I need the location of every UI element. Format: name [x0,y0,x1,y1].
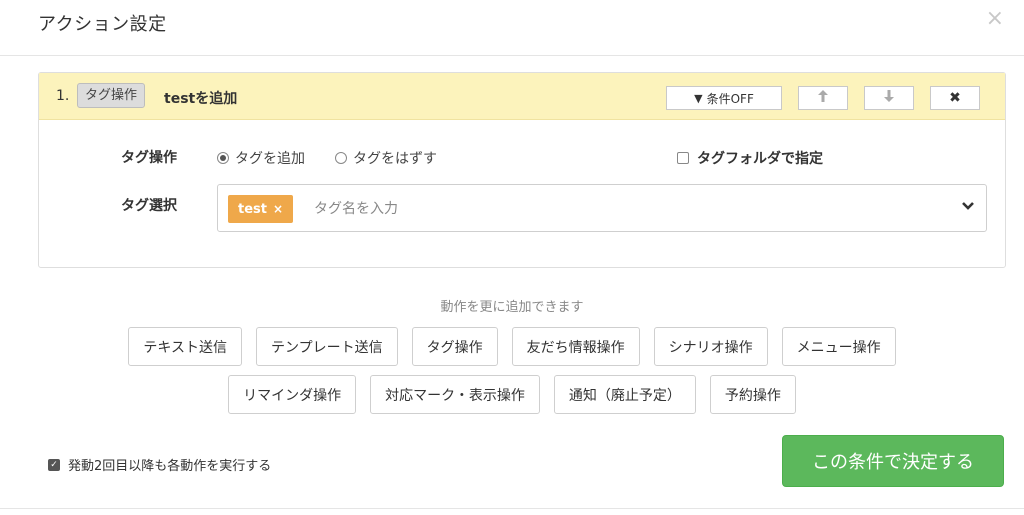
selected-tag-label: test [238,201,267,217]
action-header: 1. タグ操作 testを追加 ▼ 条件OFF ✖ [39,73,1005,120]
action-panel: 1. タグ操作 testを追加 ▼ 条件OFF ✖ タグ操作 タグを追加 タグを… [38,72,1006,268]
condition-toggle-label: 条件OFF [706,91,754,106]
add-actions-hint: 動作を更に追加できます [440,300,584,315]
repeat-actions-label: 発動2回目以降も各動作を実行する [68,459,272,474]
remove-tag-icon[interactable]: × [273,202,283,216]
repeat-actions-checkbox[interactable]: ✓ 発動2回目以降も各動作を実行する [48,455,271,474]
add-reservation-button[interactable]: 予約操作 [709,375,796,414]
submit-button[interactable]: この条件で決定する [782,435,1004,487]
move-up-button[interactable] [798,86,848,110]
checkmark-icon: ✓ [48,458,60,471]
tag-select-field[interactable]: test × [217,184,987,232]
selected-tag-chip: test × [228,195,294,223]
radio-add-label: タグを追加 [235,151,305,167]
radio-remove-tag[interactable]: タグをはずす [335,148,437,168]
add-reminder-button[interactable]: リマインダ操作 [228,375,357,414]
delete-action-button[interactable]: ✖ [930,86,980,110]
radio-dot [335,152,347,164]
close-icon: ✖ [949,90,961,106]
radio-add-tag[interactable]: タグを追加 [217,148,305,168]
modal-header: アクション設定 × [0,0,1024,56]
add-mark-display-button[interactable]: 対応マーク・表示操作 [370,375,540,414]
footer-divider [0,508,1024,509]
action-type-badge: タグ操作 [77,83,146,108]
arrow-down-icon [884,90,894,106]
checkbox-box [677,152,689,164]
add-text-send-button[interactable]: テキスト送信 [128,327,242,366]
radio-remove-label: タグをはずす [353,151,437,167]
add-action-row-2: リマインダ操作 対応マーク・表示操作 通知（廃止予定） 予約操作 [0,375,1024,414]
modal-title: アクション設定 [38,14,167,35]
add-scenario-button[interactable]: シナリオ操作 [653,327,768,366]
tag-select-label: タグ選択 [121,198,177,214]
add-friend-info-button[interactable]: 友だち情報操作 [511,327,640,366]
tag-folder-checkbox[interactable]: タグフォルダで指定 [677,148,823,168]
chevron-down-icon[interactable] [962,199,974,215]
condition-toggle-button[interactable]: ▼ 条件OFF [666,86,782,110]
action-summary: testを追加 [164,91,238,107]
move-down-button[interactable] [864,86,914,110]
funnel-icon: ▼ [694,91,703,105]
close-icon[interactable]: × [986,8,1004,30]
tag-folder-label: タグフォルダで指定 [697,151,823,167]
add-menu-button[interactable]: メニュー操作 [781,327,896,366]
arrow-up-icon [818,90,828,106]
tag-search-input[interactable] [314,199,914,219]
add-action-row-1: テキスト送信 テンプレート送信 タグ操作 友だち情報操作 シナリオ操作 メニュー… [0,327,1024,366]
add-tag-operation-button[interactable]: タグ操作 [411,327,498,366]
tag-operation-label: タグ操作 [121,150,177,166]
radio-dot-selected [217,152,229,164]
add-notification-button[interactable]: 通知（廃止予定） [553,375,696,414]
action-number: 1. [56,88,70,104]
add-template-send-button[interactable]: テンプレート送信 [256,327,398,366]
